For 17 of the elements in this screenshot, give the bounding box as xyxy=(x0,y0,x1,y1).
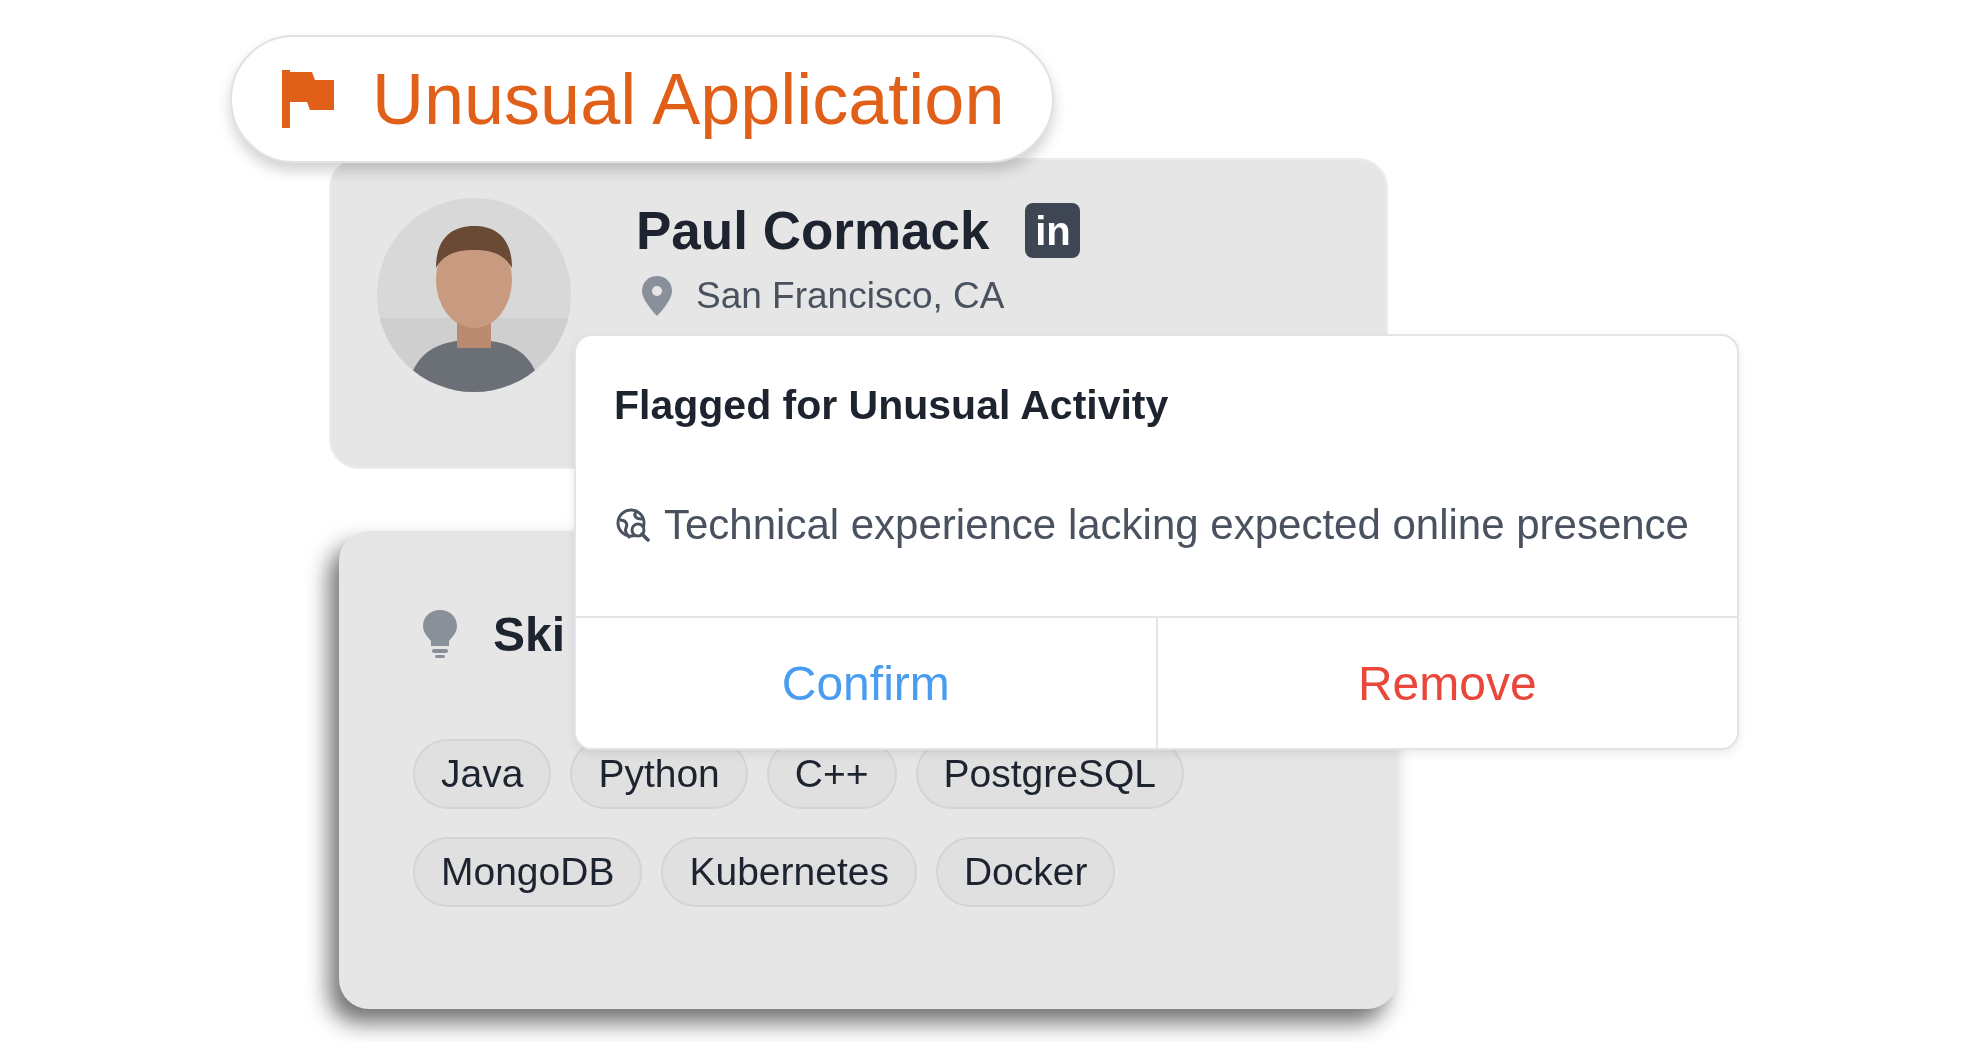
location-pin-icon xyxy=(642,276,672,316)
confirm-button[interactable]: Confirm xyxy=(576,618,1156,748)
skill-tag: Java xyxy=(413,739,552,809)
globe-search-icon xyxy=(616,508,650,542)
candidate-name: Paul Cormack xyxy=(636,200,990,261)
social-link[interactable]: in xyxy=(1025,203,1081,258)
dialog-title: Flagged for Unusual Activity xyxy=(614,382,1170,429)
skill-tag: MongoDB xyxy=(413,837,643,907)
reason-text: Technical experience lacking expected online presence xyxy=(664,501,1689,549)
skill-tag: Docker xyxy=(935,837,1116,907)
flag-icon xyxy=(280,68,336,130)
section-title: Ski xyxy=(493,606,566,662)
location-text: San Francisco, CA xyxy=(696,275,1005,317)
lightbulb-icon xyxy=(423,610,457,658)
remove-button[interactable]: Remove xyxy=(1155,618,1737,748)
skill-tag: Kubernetes xyxy=(661,837,917,907)
badge-title: Unusual Application xyxy=(372,58,1005,140)
